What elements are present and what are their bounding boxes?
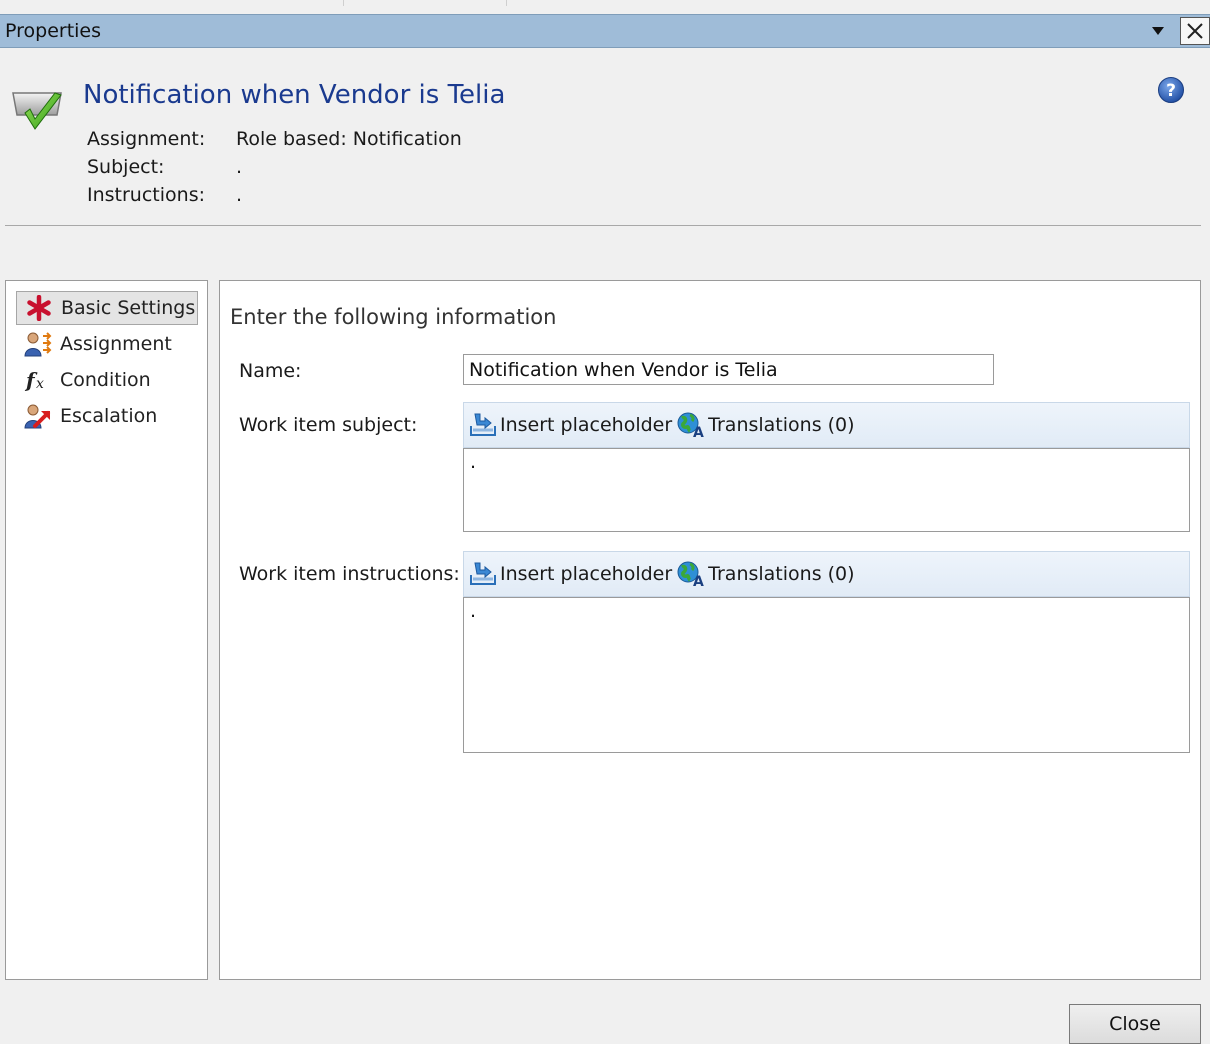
- instructions-label: Work item instructions:: [239, 563, 460, 585]
- window-title: Properties: [5, 20, 102, 42]
- globe-translate-icon: A: [676, 411, 706, 439]
- window-close-button[interactable]: [1180, 17, 1210, 45]
- asterisk-icon: [25, 294, 53, 322]
- info-label: Subject:: [87, 156, 165, 178]
- nav-item-label: Assignment: [60, 333, 172, 355]
- nav-item-basic-settings[interactable]: Basic Settings: [16, 291, 198, 325]
- svg-text:A: A: [693, 574, 704, 588]
- user-escalation-icon: [24, 402, 52, 430]
- insert-placeholder-label: Insert placeholder: [500, 414, 673, 436]
- insert-placeholder-icon: [468, 411, 498, 439]
- subject-toolbar: Insert placeholder A Translations (0): [463, 402, 1190, 448]
- info-label: Instructions:: [87, 184, 205, 206]
- info-value: .: [236, 156, 243, 178]
- help-icon[interactable]: ?: [1157, 76, 1185, 104]
- globe-translate-icon: A: [676, 560, 706, 588]
- subject-info-row: Subject: .: [87, 156, 242, 178]
- info-value: Role based: Notification: [236, 128, 462, 150]
- activity-check-icon: [12, 92, 62, 130]
- close-button[interactable]: Close: [1069, 1004, 1201, 1044]
- nav-item-escalation[interactable]: Escalation: [16, 399, 198, 433]
- assignment-info-row: Assignment: Role based: Notification: [87, 128, 462, 150]
- tab-separator: [343, 0, 344, 6]
- dropdown-arrow-icon: [1152, 27, 1164, 35]
- instructions-toolbar: Insert placeholder A Translations (0): [463, 551, 1190, 597]
- settings-nav: Basic Settings Assignment fx Condition E…: [5, 280, 208, 980]
- svg-text:A: A: [693, 425, 704, 439]
- translations-label: Translations (0): [708, 563, 855, 585]
- insert-placeholder-icon: [468, 560, 498, 588]
- name-input[interactable]: [463, 354, 994, 385]
- svg-text:x: x: [36, 376, 44, 392]
- tab-separator: [506, 0, 507, 6]
- section-heading: Enter the following information: [230, 305, 557, 329]
- basic-settings-panel: Enter the following information Name: Wo…: [219, 280, 1201, 980]
- nav-item-condition[interactable]: fx Condition: [16, 363, 198, 397]
- user-assignment-icon: [24, 330, 52, 358]
- nav-item-assignment[interactable]: Assignment: [16, 327, 198, 361]
- header-divider: [5, 225, 1201, 226]
- instructions-translations-button[interactable]: A Translations (0): [672, 560, 855, 588]
- close-icon: [1187, 23, 1203, 39]
- nav-item-label: Basic Settings: [61, 297, 196, 319]
- subject-label: Work item subject:: [239, 414, 418, 436]
- title-bar: Properties: [0, 14, 1210, 48]
- translations-label: Translations (0): [708, 414, 855, 436]
- subject-textarea[interactable]: .: [463, 448, 1190, 532]
- instructions-info-row: Instructions: .: [87, 184, 242, 206]
- svg-text:?: ?: [1166, 81, 1176, 101]
- subject-translations-button[interactable]: A Translations (0): [672, 411, 855, 439]
- nav-item-label: Escalation: [60, 405, 158, 427]
- insert-placeholder-label: Insert placeholder: [500, 563, 673, 585]
- subject-insert-placeholder-button[interactable]: Insert placeholder: [464, 411, 672, 439]
- instructions-insert-placeholder-button[interactable]: Insert placeholder: [464, 560, 672, 588]
- nav-item-label: Condition: [60, 369, 151, 391]
- top-strip: [0, 0, 1210, 14]
- info-value: .: [236, 184, 243, 206]
- instructions-textarea[interactable]: .: [463, 597, 1190, 753]
- window-menu-button[interactable]: [1143, 17, 1173, 45]
- page-title: Notification when Vendor is Telia: [83, 80, 506, 110]
- name-label: Name:: [239, 360, 302, 382]
- info-label: Assignment:: [87, 128, 206, 150]
- fx-function-icon: fx: [24, 366, 52, 394]
